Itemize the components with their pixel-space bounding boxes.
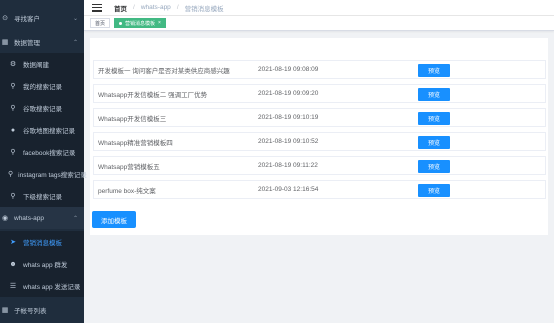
template-time: 2021-08-19 09:10:19: [258, 114, 319, 121]
sidebar-item-whatsapp-send-records[interactable]: ☰ whats app 发送记录: [0, 275, 84, 297]
template-time: 2021-08-19 09:11:22: [258, 162, 318, 169]
sidebar-item-instagram-records[interactable]: ⚲ instagram tags搜索记录: [0, 163, 87, 185]
sidebar-item-label: whats-app: [14, 214, 44, 222]
gear-icon: ⚙: [9, 61, 17, 68]
list-icon: ☰: [9, 283, 17, 290]
template-name: 开发模板一 询问客户是否对某类供应商感兴趣: [98, 67, 230, 75]
search-icon: ⚲: [10, 149, 16, 156]
template-name: Whatsapp营销模板五: [98, 163, 160, 171]
chevron-down-icon: ⌄: [72, 15, 78, 22]
template-time: 2021-09-03 12:16:54: [258, 186, 319, 193]
compass-icon: ⊙: [2, 15, 8, 22]
sidebar-item-label: 我的搜索记录: [23, 84, 62, 91]
active-dot-icon: [119, 21, 123, 25]
sidebar-item-marketing-templates[interactable]: ➤ 营销消息模板: [0, 231, 84, 253]
search-icon: ⚲: [10, 83, 16, 90]
sidebar-item-whats-app[interactable]: ◉ whats-app ⌃: [0, 207, 84, 229]
sidebar-item-label: whats app 群发: [23, 262, 68, 269]
tag-marketing-templates[interactable]: 营销消息模板 ×: [114, 18, 166, 28]
chat-icon: ◉: [1, 215, 9, 222]
preview-button[interactable]: 预览: [418, 136, 450, 149]
search-icon: ⚲: [8, 171, 14, 178]
sidebar-item-facebook-records[interactable]: ⚲ facebook搜索记录: [0, 141, 84, 163]
template-name: perfume box-纯文案: [98, 187, 156, 195]
template-name: Whatsapp开发信模板二 强调工厂优势: [98, 91, 208, 99]
sidebar-item-label: 寻找客户: [14, 16, 40, 23]
table-row: Whatsapp开发信模板三 2021-08-19 09:10:19 预览: [93, 108, 546, 127]
preview-button[interactable]: 预览: [418, 88, 450, 101]
chevron-up-icon: ⌃: [72, 215, 78, 222]
preview-button[interactable]: 预览: [418, 112, 450, 125]
template-name: Whatsapp开发信模板三: [98, 115, 167, 123]
template-name: Whatsapp精准营销模板四: [98, 139, 173, 147]
sidebar-item-google-search-records[interactable]: ⚲ 谷歌搜索记录: [0, 97, 84, 119]
table-row: 开发模板一 询问客户是否对某类供应商感兴趣 2021-08-19 09:08:0…: [93, 60, 546, 79]
close-icon[interactable]: ×: [158, 20, 161, 26]
sidebar-item-whatsapp-broadcast[interactable]: ☻ whats app 群发: [0, 253, 84, 275]
grid-icon: ▦: [1, 307, 9, 314]
preview-button[interactable]: 预览: [418, 64, 450, 77]
chevron-up-icon: ⌃: [72, 39, 78, 46]
sidebar-item-label: 数据管理: [14, 40, 40, 47]
preview-button[interactable]: 预览: [418, 160, 450, 173]
breadcrumb: 首页 / whats-app / 营销消息模板: [114, 3, 224, 13]
table-row: perfume box-纯文案 2021-09-03 12:16:54 预览: [93, 180, 546, 199]
search-icon: ⚲: [10, 105, 16, 112]
tags-view: 首页 营销消息模板 ×: [84, 16, 554, 31]
breadcrumb-whats-app: whats-app: [140, 4, 171, 11]
sidebar-item-google-map-records[interactable]: ● 谷歌地图搜索记录: [0, 119, 84, 141]
add-template-button[interactable]: 添加模板: [92, 211, 136, 228]
sidebar-item-sub-accounts[interactable]: ▦ 子帐号列表: [0, 299, 84, 321]
template-list-card: 开发模板一 询问客户是否对某类供应商感兴趣 2021-08-19 09:08:0…: [90, 38, 548, 235]
hamburger-icon[interactable]: [92, 3, 102, 12]
map-pin-icon: ●: [10, 126, 16, 134]
sidebar-item-subordinate-records[interactable]: ⚲ 下级搜索记录: [0, 185, 84, 207]
sidebar-item-label: 谷歌搜索记录: [23, 106, 62, 113]
sidebar-item-find-customers[interactable]: ⊙ 寻找客户 ⌄: [0, 7, 84, 29]
table-row: Whatsapp营销模板五 2021-08-19 09:11:22 预览: [93, 156, 546, 175]
breadcrumb-current: 营销消息模板: [184, 5, 224, 13]
sidebar-item-label: 数据阐建: [23, 62, 49, 69]
send-icon: ➤: [10, 239, 16, 246]
sidebar-item-label: 下级搜索记录: [23, 194, 62, 201]
sidebar-item-label: 子帐号列表: [14, 308, 47, 315]
table-row: Whatsapp精准营销模板四 2021-08-19 09:10:52 预览: [93, 132, 546, 151]
sidebar-item-label: 营销消息模板: [23, 240, 62, 247]
top-navbar: 首页 / whats-app / 营销消息模板: [84, 0, 554, 16]
sidebar-item-data-management[interactable]: ▦ 数据管理 ⌃: [0, 31, 84, 53]
sidebar-item-label: instagram tags搜索记录: [18, 172, 87, 179]
sidebar-item-label: whats app 发送记录: [23, 284, 81, 291]
preview-button[interactable]: 预览: [418, 184, 450, 197]
sidebar-item-label: 谷歌地图搜索记录: [23, 128, 75, 135]
sidebar-item-data-build[interactable]: ⚙ 数据阐建: [0, 53, 84, 75]
sidebar-item-my-search-records[interactable]: ⚲ 我的搜索记录: [0, 75, 84, 97]
search-icon: ⚲: [10, 193, 16, 200]
breadcrumb-separator: /: [133, 4, 135, 11]
template-time: 2021-08-19 09:09:20: [258, 90, 319, 97]
sidebar: ⊙ 寻找客户 ⌄ ▦ 数据管理 ⌃ ⚙ 数据阐建 ⚲ 我的搜索记录 ⚲ 谷歌搜索…: [0, 0, 87, 323]
tag-label: 首页: [95, 20, 106, 27]
people-icon: ☻: [9, 260, 17, 268]
breadcrumb-separator: /: [176, 4, 179, 11]
grid-icon: ▦: [1, 39, 9, 46]
tag-label: 营销消息模板: [125, 20, 156, 27]
sidebar-item-label: facebook搜索记录: [23, 150, 76, 157]
breadcrumb-home[interactable]: 首页: [114, 3, 127, 13]
template-time: 2021-08-19 09:10:52: [258, 138, 319, 145]
tag-home[interactable]: 首页: [90, 18, 111, 28]
template-time: 2021-08-19 09:08:09: [258, 66, 319, 73]
table-row: Whatsapp开发信模板二 强调工厂优势 2021-08-19 09:09:2…: [93, 84, 546, 103]
